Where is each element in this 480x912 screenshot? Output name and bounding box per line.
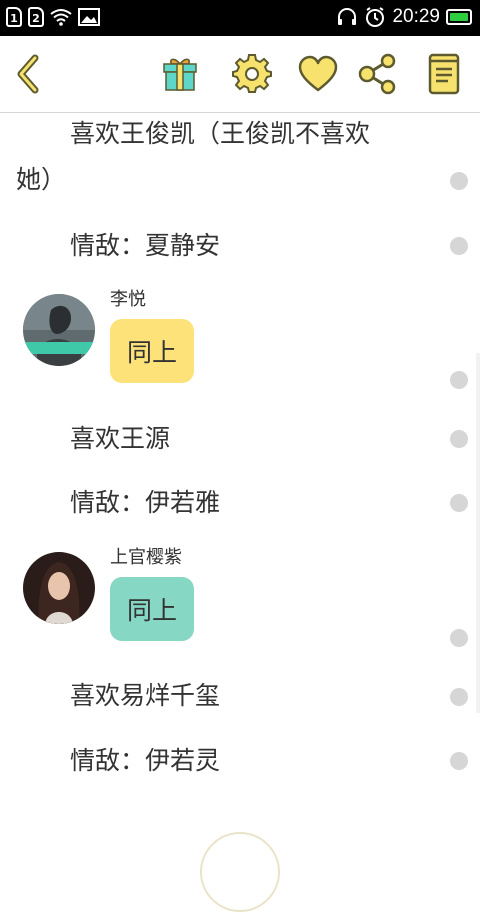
bookshelf-button[interactable] [422, 52, 466, 96]
chat-content: 喜欢王俊凯（王俊凯不喜欢 她） 情敌：夏静安 李悦 同上 喜欢王源 情敌：伊若雅… [0, 113, 480, 854]
paragraph-comment-dot[interactable] [450, 237, 468, 255]
back-icon [17, 54, 39, 94]
paragraph-5: 喜欢易烊千玺 [70, 681, 221, 710]
paragraph-4: 情敌：伊若雅 [70, 488, 221, 517]
paragraph-comment-dot[interactable] [450, 371, 468, 389]
paragraph-comment-dot[interactable] [450, 430, 468, 448]
heart-icon [298, 55, 338, 92]
paragraph-comment-dot[interactable] [450, 494, 468, 512]
paragraph-1-line2: 她） [16, 165, 67, 194]
gear-icon [232, 54, 272, 93]
share-icon [358, 53, 396, 95]
alarm-icon [366, 7, 385, 27]
status-left: 1 2 [6, 7, 100, 27]
chat-bubble[interactable]: 同上 [110, 319, 194, 383]
paragraph-comment-dot[interactable] [450, 688, 468, 706]
chat-bubble[interactable]: 同上 [110, 577, 194, 641]
avatar[interactable] [23, 294, 95, 366]
sim1-icon: 1 [6, 7, 22, 27]
floating-action-button[interactable] [200, 832, 280, 912]
gift-button[interactable] [158, 52, 202, 96]
paragraph-comment-dot[interactable] [450, 629, 468, 647]
image-icon [78, 8, 100, 26]
status-right: 20:29 [336, 6, 472, 28]
paragraph-6: 情敌：伊若灵 [70, 746, 221, 775]
username[interactable]: 上官樱紫 [110, 543, 182, 569]
paragraph-comment-dot[interactable] [450, 752, 468, 770]
favorite-button[interactable] [296, 52, 340, 96]
book-icon [428, 53, 460, 95]
paragraph-comment-dot[interactable] [450, 172, 468, 190]
paragraph-3: 喜欢王源 [70, 424, 171, 453]
back-button[interactable] [6, 52, 50, 96]
share-button[interactable] [356, 52, 400, 96]
paragraph-1-line1: 喜欢王俊凯（王俊凯不喜欢 [70, 119, 371, 148]
status-bar: 1 2 20:29 [0, 0, 480, 36]
avatar-image [23, 552, 95, 624]
username[interactable]: 李悦 [110, 285, 146, 311]
top-toolbar [0, 36, 480, 113]
clock-time: 20:29 [392, 6, 440, 27]
wifi-icon [50, 9, 72, 26]
gift-icon [163, 58, 197, 91]
battery-icon [446, 9, 472, 25]
avatar[interactable] [23, 552, 95, 624]
settings-button[interactable] [230, 52, 274, 96]
headset-icon [338, 8, 357, 25]
sim2-icon: 2 [28, 7, 44, 27]
avatar-image [23, 294, 95, 366]
paragraph-2: 情敌：夏静安 [70, 231, 221, 260]
scrollbar[interactable] [476, 353, 480, 713]
